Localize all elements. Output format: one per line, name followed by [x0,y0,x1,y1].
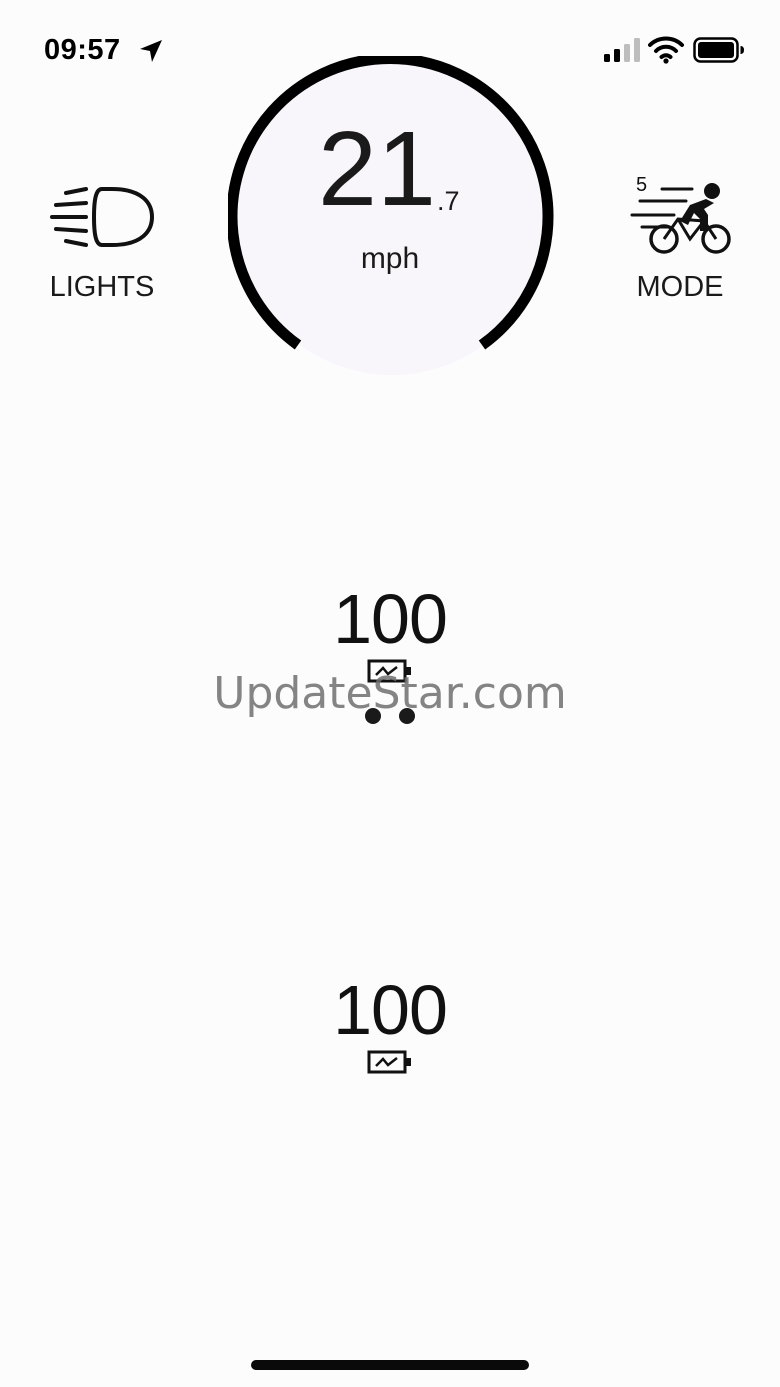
battery-1-value: 100 [333,580,448,658]
lights-label: LIGHTS [49,271,155,303]
mode-level: 5 [636,174,647,196]
mode-label: MODE [636,271,724,303]
headlight-icon [50,187,154,247]
battery-readout-2: 100 [290,975,490,1075]
status-time: 09:57 [44,34,121,66]
home-indicator[interactable] [251,1360,529,1370]
location-arrow-icon [140,40,162,62]
battery-full-icon [693,37,744,63]
speed-decimal: .7 [437,186,460,216]
mode-button[interactable]: 5 MODE [620,165,740,310]
battery-2-value: 100 [333,971,448,1049]
wifi-icon [648,36,684,64]
battery-charging-icon [367,1050,411,1074]
cyclist-speed-icon: 5 [630,174,731,254]
lights-button[interactable]: LIGHTS [40,175,164,310]
cellular-signal-icon [604,38,640,62]
watermark: UpdateStar.com [213,668,567,719]
speed-value: 21 [318,110,436,228]
